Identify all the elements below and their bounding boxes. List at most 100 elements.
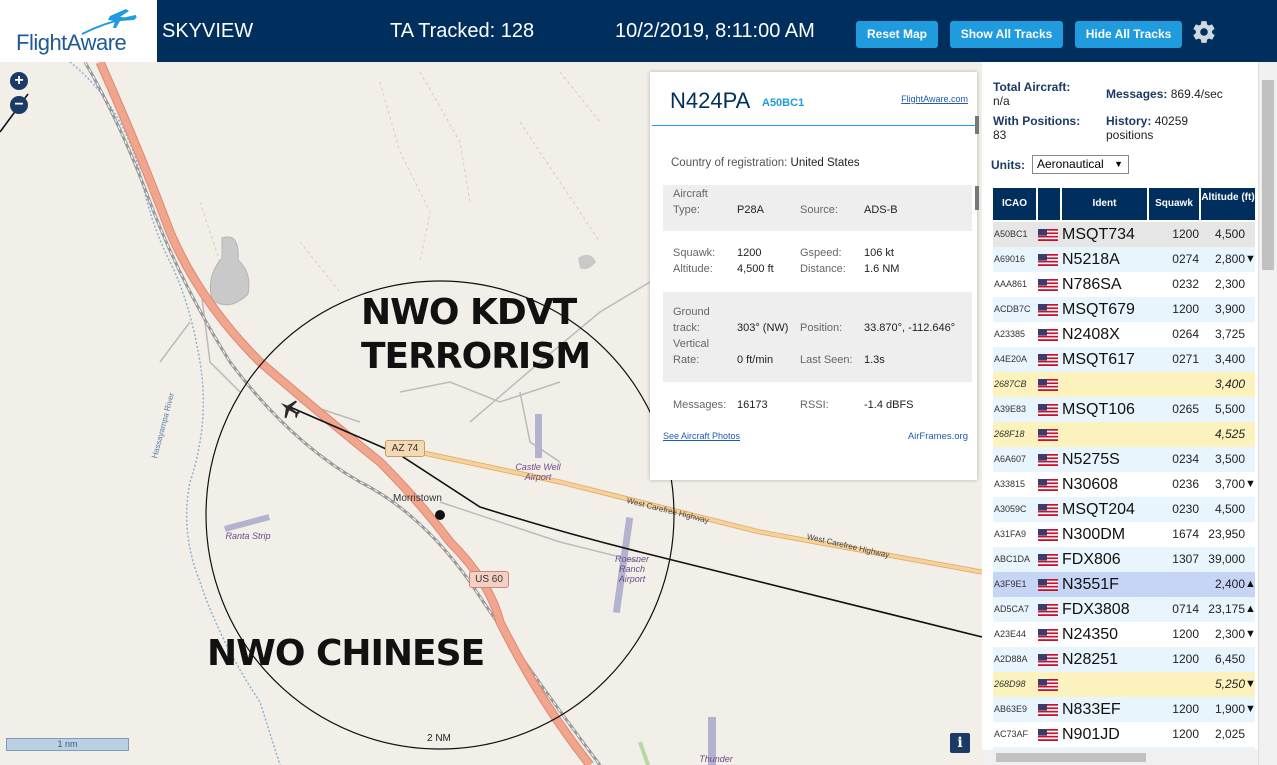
table-row[interactable]: A33815 N30608 0236 3,700 ▼ xyxy=(993,472,1256,497)
cell-ident: N30608 xyxy=(1062,476,1119,493)
altitude-trend-icon: ▼ xyxy=(1245,253,1256,265)
zoom-out-button[interactable]: − xyxy=(10,96,28,114)
altitude-trend-icon: ▼ xyxy=(1245,478,1256,490)
aircraft-type-value: P28A xyxy=(737,204,764,216)
cell-altitude: 3,500 xyxy=(1214,452,1245,466)
logo-text: FlightAware xyxy=(16,30,127,55)
cell-icao: AAA861 xyxy=(994,279,1028,289)
table-row[interactable]: A23385 N2408X 0264 3,725 xyxy=(993,322,1255,347)
units-select[interactable]: Aeronautical ▼ xyxy=(1032,155,1129,174)
col-header-icao[interactable]: ICAO xyxy=(993,188,1036,220)
squawk-label: Squawk: xyxy=(673,247,716,259)
cell-squawk: 0265 xyxy=(1172,402,1199,416)
airframes-link[interactable]: AirFrames.org xyxy=(908,431,968,442)
cell-squawk: 0234 xyxy=(1172,452,1199,466)
vertical-scrollbar[interactable] xyxy=(1258,62,1277,765)
cell-icao: A4E20A xyxy=(994,354,1028,364)
table-row[interactable]: A4E20A MSQT617 0271 3,400 xyxy=(993,347,1255,372)
table-row[interactable]: A2D88A N28251 1200 6,450 xyxy=(993,647,1255,672)
cell-squawk: 0264 xyxy=(1172,327,1199,341)
us-flag-icon xyxy=(1038,504,1058,516)
table-row[interactable]: A50BC1 MSQT734 1200 4,500 xyxy=(993,222,1255,247)
aircraft-photos-link[interactable]: See Aircraft Photos xyxy=(663,431,740,441)
scale-bar: 1 nm xyxy=(6,738,129,751)
table-row[interactable]: A3059C MSQT204 0230 4,500 xyxy=(993,497,1255,522)
aircraft-type-label-1: Aircraft xyxy=(673,188,708,200)
cell-icao: A50BC1 xyxy=(994,229,1028,239)
aircraft-icon[interactable] xyxy=(278,397,302,421)
cell-squawk: 0230 xyxy=(1172,502,1199,516)
cell-squawk: 1674 xyxy=(1172,527,1199,541)
table-row[interactable]: A23E44 N24350 1200 2,300 ▼ xyxy=(993,622,1256,647)
flightaware-link[interactable]: FlightAware.com xyxy=(901,94,968,104)
col-header-flag[interactable] xyxy=(1038,188,1060,220)
cell-squawk: 1200 xyxy=(1172,702,1199,716)
table-row[interactable]: 268F18 4,525 xyxy=(993,422,1255,447)
cell-altitude: 3,400 xyxy=(1214,352,1245,366)
altitude-trend-icon: ▲ xyxy=(1245,578,1256,590)
table-row[interactable]: AAA861 N786SA 0232 2,300 xyxy=(993,272,1255,297)
cell-icao: 268D98 xyxy=(994,679,1026,689)
table-row[interactable]: AC73AF N901JD 1200 2,025 xyxy=(993,722,1255,747)
popup-divider xyxy=(652,125,975,126)
gspeed-label: Gspeed: xyxy=(800,247,842,259)
us-flag-icon xyxy=(1038,229,1058,241)
aircraft-type-label-2: Type: xyxy=(673,204,700,216)
table-row[interactable]: A31FA9 N300DM 1674 23,950 xyxy=(993,522,1255,547)
cell-icao: AD5CA7 xyxy=(994,604,1030,614)
cell-ident: N833EF xyxy=(1062,701,1121,718)
reset-map-button[interactable]: Reset Map xyxy=(856,21,938,48)
table-row[interactable]: AD5CA7 FDX3808 0714 23,175 ▲ xyxy=(993,597,1256,622)
cell-squawk: 1307 xyxy=(1172,552,1199,566)
horizontal-scrollbar[interactable] xyxy=(982,750,1258,765)
us-flag-icon xyxy=(1038,479,1058,491)
cell-icao: 268F18 xyxy=(994,429,1025,439)
aircraft-info-popup: N424PA A50BC1 FlightAware.com Country of… xyxy=(650,72,979,480)
altitude-trend-icon: ▼ xyxy=(1245,703,1256,715)
table-row[interactable]: AB63E9 N833EF 1200 1,900 ▼ xyxy=(993,697,1256,722)
gear-icon[interactable] xyxy=(1191,19,1217,45)
with-positions-value: 83 xyxy=(993,128,1007,142)
messages-stat-value: 869.4/sec xyxy=(1170,87,1223,101)
ground-track-label-2: track: xyxy=(673,322,700,334)
popup-block-squawk: Squawk: 1200 Gspeed: 106 kt Altitude: 4,… xyxy=(663,241,972,283)
table-row[interactable]: ACDB7C MSQT679 1200 3,900 xyxy=(993,297,1255,322)
thunder-label: Thunder xyxy=(699,754,733,764)
altitude-trend-icon: ▼ xyxy=(1245,628,1256,640)
show-all-tracks-button[interactable]: Show All Tracks xyxy=(950,21,1063,48)
table-row[interactable]: 268D98 5,250 ▼ xyxy=(993,672,1256,697)
cell-altitude: 2,025 xyxy=(1214,727,1245,741)
table-row[interactable]: A39E83 MSQT106 0265 5,500 xyxy=(993,397,1255,422)
zoom-in-button[interactable]: + xyxy=(10,72,28,90)
popup-edge-marker xyxy=(975,116,979,134)
chevron-down-icon: ▼ xyxy=(1114,159,1123,169)
table-row[interactable]: 2687CB 3,400 xyxy=(993,372,1255,397)
position-value: 33.870°, -112.646° xyxy=(864,322,956,334)
cell-icao: A3F9E1 xyxy=(994,579,1027,589)
table-row[interactable]: A3F9E1 N3551F 2,400 ▲ xyxy=(993,572,1256,597)
hscrollbar-thumb[interactable] xyxy=(996,753,1146,762)
cell-icao: ABC1DA xyxy=(994,554,1031,564)
col-header-squawk[interactable]: Squawk xyxy=(1149,188,1199,220)
datetime-display: 10/2/2019, 8:11:00 AM xyxy=(615,20,815,42)
cell-ident: N5218A xyxy=(1062,251,1120,268)
col-header-ident[interactable]: Ident xyxy=(1062,188,1147,220)
distance-value: 1.6 NM xyxy=(864,263,900,275)
us-flag-icon xyxy=(1038,679,1058,691)
scrollbar-thumb[interactable] xyxy=(1262,80,1274,270)
info-icon[interactable]: i xyxy=(950,733,970,753)
table-row[interactable]: A69016 N5218A 0274 2,800 ▼ xyxy=(993,247,1256,272)
table-row[interactable]: ABC1DA FDX806 1307 39,000 xyxy=(993,547,1255,572)
col-header-altitude[interactable]: Altitude (ft) xyxy=(1201,188,1255,220)
cell-icao: A3059C xyxy=(994,504,1027,514)
cell-altitude: 23,950 xyxy=(1208,527,1245,541)
vertical-rate-value: 0 ft/min xyxy=(737,354,774,366)
cell-squawk: 1200 xyxy=(1172,227,1199,241)
table-row[interactable]: A6A607 N5275S 0234 3,500 xyxy=(993,447,1255,472)
cell-squawk: 0236 xyxy=(1172,477,1199,491)
cell-icao: 2687CB xyxy=(994,379,1027,389)
flightaware-logo[interactable]: FlightAware xyxy=(0,0,157,62)
cell-altitude: 2,300 xyxy=(1214,627,1245,641)
cell-squawk: 1200 xyxy=(1172,627,1199,641)
hide-all-tracks-button[interactable]: Hide All Tracks xyxy=(1075,21,1182,48)
